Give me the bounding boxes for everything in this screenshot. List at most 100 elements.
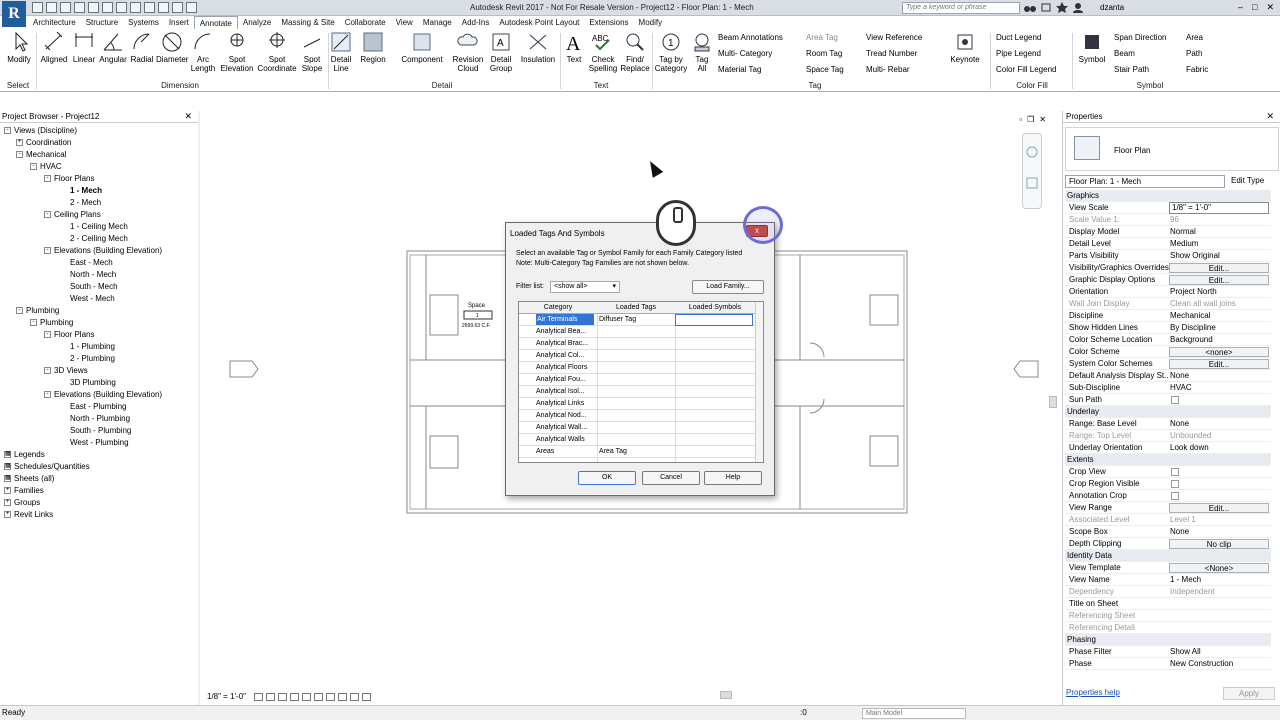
- user-name[interactable]: dzanta: [1100, 3, 1124, 12]
- prop-row-title-on-sheet[interactable]: Title on Sheet: [1065, 598, 1271, 610]
- apply-button[interactable]: Apply: [1223, 687, 1275, 700]
- text-icon[interactable]: [116, 2, 127, 13]
- tab-architecture[interactable]: Architecture: [28, 16, 81, 29]
- prop-row-color-scheme[interactable]: Color Scheme <none>: [1065, 346, 1271, 358]
- prop-row-display-model[interactable]: Display Model Normal: [1065, 226, 1271, 238]
- check-spelling-button[interactable]: ABC Check Spelling: [586, 31, 620, 73]
- tab-structure[interactable]: Structure: [81, 16, 123, 29]
- column-header-loaded-symbols[interactable]: Loaded Symbols: [675, 304, 755, 311]
- spot-elevation-button[interactable]: Spot Elevation: [218, 31, 256, 73]
- loaded-symbols-cell[interactable]: [675, 314, 753, 326]
- grid-cell-tag[interactable]: Area Tag: [599, 446, 673, 457]
- pipe-legend-button[interactable]: Pipe Legend: [996, 49, 1041, 59]
- stair-path-button[interactable]: Stair Path: [1114, 65, 1149, 75]
- edit-type-button[interactable]: Edit Type: [1231, 176, 1264, 185]
- tag-all-button[interactable]: Tag All: [690, 31, 714, 73]
- prop-row-sub-discipline[interactable]: Sub-Discipline HVAC: [1065, 382, 1271, 394]
- tree-node[interactable]: - Elevations (Building Elevation): [44, 246, 162, 256]
- grid-cell-tag[interactable]: Diffuser Tag: [599, 314, 673, 325]
- tab-manage[interactable]: Manage: [418, 16, 457, 29]
- tree-node[interactable]: East - Mech: [70, 258, 113, 268]
- tab-extensions[interactable]: Extensions: [584, 16, 633, 29]
- search-input[interactable]: Type a keyword or phrase: [902, 2, 1020, 14]
- prop-row-color-scheme-location[interactable]: Color Scheme Location Background: [1065, 334, 1271, 346]
- grid-row[interactable]: Analytical Wall...: [519, 422, 755, 434]
- vg-edit-button[interactable]: Edit...: [1169, 263, 1269, 273]
- highlight-displacement-icon[interactable]: [362, 693, 371, 701]
- column-header-loaded-tags[interactable]: Loaded Tags: [597, 304, 675, 311]
- tree-node[interactable]: West - Mech: [70, 294, 115, 304]
- grid-row[interactable]: Analytical Floors: [519, 362, 755, 374]
- instance-filter-dropdown[interactable]: Floor Plan: 1 - Mech: [1065, 175, 1225, 188]
- arc-length-button[interactable]: Arc Length: [188, 31, 218, 73]
- tag-by-category-button[interactable]: 1 Tag by Category: [654, 31, 688, 73]
- print-icon[interactable]: [88, 2, 99, 13]
- grid-row[interactable]: Analytical Links: [519, 398, 755, 410]
- depth-clipping-button[interactable]: No clip: [1169, 539, 1269, 549]
- horizontal-scroll-thumb[interactable]: [720, 691, 732, 699]
- view-range-edit-button[interactable]: Edit...: [1169, 503, 1269, 513]
- thin-lines-icon[interactable]: [158, 2, 169, 13]
- graphic-display-edit-button[interactable]: Edit...: [1169, 275, 1269, 285]
- system-color-edit-button[interactable]: Edit...: [1169, 359, 1269, 369]
- sun-path-checkbox[interactable]: [1171, 396, 1179, 404]
- crop-view-icon[interactable]: [302, 693, 311, 701]
- temporary-hide-icon[interactable]: [326, 693, 335, 701]
- span-direction-button[interactable]: Span Direction: [1114, 33, 1166, 43]
- prop-row-hidden-lines[interactable]: Show Hidden Lines By Discipline: [1065, 322, 1271, 334]
- tree-node-schedules[interactable]: ▦ Schedules/Quantities: [4, 462, 90, 472]
- panel-dimension[interactable]: Dimension: [150, 81, 210, 90]
- beam-symbol-button[interactable]: Beam: [1114, 49, 1135, 59]
- prop-row-system-color-schemes[interactable]: System Color Schemes Edit...: [1065, 358, 1271, 370]
- tab-insert[interactable]: Insert: [164, 16, 194, 29]
- prop-row-depth-clipping[interactable]: Depth Clipping No clip: [1065, 538, 1271, 550]
- tab-modify[interactable]: Modify: [634, 16, 668, 29]
- grid-row[interactable]: Analytical Fou...: [519, 374, 755, 386]
- tree-node[interactable]: -3D Views: [44, 366, 88, 376]
- crop-region-icon[interactable]: [314, 693, 323, 701]
- prop-row-orientation[interactable]: Orientation Project North: [1065, 286, 1271, 298]
- prop-row-range-base[interactable]: Range: Base Level None: [1065, 418, 1271, 430]
- prop-row-view-template[interactable]: View Template <None>: [1065, 562, 1271, 574]
- tree-node[interactable]: - Views (Discipline): [4, 126, 77, 136]
- grid-row[interactable]: Areas Area Tag: [519, 446, 755, 458]
- tree-node-legends[interactable]: ▦ Legends: [4, 450, 45, 460]
- grid-row[interactable]: Analytical Isol...: [519, 386, 755, 398]
- prop-row-phase[interactable]: Phase New Construction: [1065, 658, 1271, 670]
- fabric-symbol-button[interactable]: Fabric: [1186, 65, 1208, 75]
- prop-row-scope-box[interactable]: Scope Box None: [1065, 526, 1271, 538]
- grid-row[interactable]: Analytical Col...: [519, 350, 755, 362]
- filter-dropdown[interactable]: <show all> ▾: [550, 281, 620, 293]
- detail-line-button[interactable]: Detail Line: [328, 31, 354, 73]
- tree-node[interactable]: 1 - Ceiling Mech: [70, 222, 128, 232]
- grid-scrollbar[interactable]: [755, 302, 763, 462]
- prop-section-underlay[interactable]: Underlay: [1065, 406, 1271, 418]
- space-tag-button[interactable]: Space Tag: [806, 65, 844, 75]
- tree-node-sheets[interactable]: ▦ Sheets (all): [4, 474, 54, 484]
- minimize-icon[interactable]: –: [1238, 2, 1243, 13]
- tree-node[interactable]: East - Plumbing: [70, 402, 126, 412]
- tree-node[interactable]: - Plumbing: [16, 306, 59, 316]
- switch-windows-icon[interactable]: [186, 2, 197, 13]
- vertical-scroll-thumb[interactable]: [1049, 396, 1057, 408]
- tree-node[interactable]: - Floor Plans: [44, 174, 94, 184]
- tree-node-1-mech[interactable]: 1 - Mech: [70, 186, 102, 196]
- tab-massing-site[interactable]: Massing & Site: [276, 16, 339, 29]
- prop-row-crop-view[interactable]: Crop View: [1065, 466, 1271, 478]
- sun-path-icon[interactable]: [278, 693, 287, 701]
- view-reference-button[interactable]: View Reference: [866, 33, 922, 43]
- material-tag-button[interactable]: Material Tag: [718, 65, 761, 75]
- annotation-crop-checkbox[interactable]: [1171, 492, 1179, 500]
- tree-node[interactable]: - Mechanical: [16, 150, 66, 160]
- angular-dimension-button[interactable]: Angular: [98, 31, 128, 64]
- room-tag-button[interactable]: Room Tag: [806, 49, 842, 59]
- analysis-display-icon[interactable]: [350, 693, 359, 701]
- tread-number-button[interactable]: Tread Number: [866, 49, 917, 59]
- crop-region-checkbox[interactable]: [1171, 480, 1179, 488]
- modify-button[interactable]: Modify: [4, 31, 34, 64]
- visual-style-icon[interactable]: [266, 693, 275, 701]
- tab-analyze[interactable]: Analyze: [238, 16, 276, 29]
- 3d-view-icon[interactable]: [130, 2, 141, 13]
- area-tag-button[interactable]: Area Tag: [806, 33, 838, 43]
- tab-point-layout[interactable]: Autodesk Point Layout: [494, 16, 584, 29]
